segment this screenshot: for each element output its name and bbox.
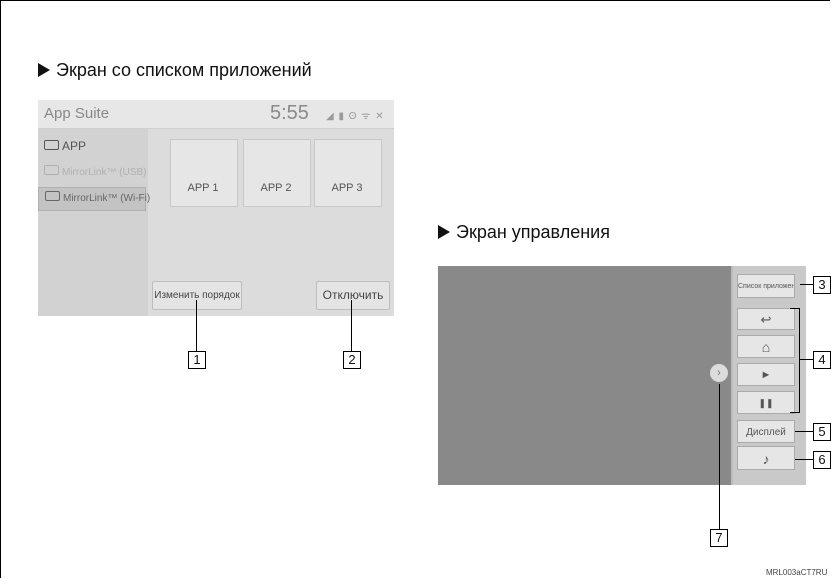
reorder-button[interactable]: Изменить порядок xyxy=(152,281,242,310)
callout-2-leader xyxy=(351,300,352,351)
back-button[interactable]: ↩ xyxy=(737,308,795,330)
expand-icon[interactable]: › xyxy=(710,364,728,382)
callout-1: 1 xyxy=(188,351,206,369)
sidebar-item-mirrorlink-usb[interactable]: MirrorLink™ (USB) xyxy=(44,165,146,178)
callout-4: 4 xyxy=(813,351,831,369)
app-tile-2[interactable] xyxy=(243,139,311,207)
app-list-screen: App Suite 5:55 ◢ ▮ ʘ ᯤ ✕ APP MirrorLink™… xyxy=(38,100,394,316)
callout-5-leader xyxy=(795,431,813,432)
app-tile-3-label: APP 3 xyxy=(331,182,363,194)
callout-1-leader xyxy=(196,300,197,351)
app-tile-2-label: APP 2 xyxy=(260,182,292,194)
play-button[interactable]: ► xyxy=(737,363,795,386)
control-panel: Список приложений ↩ ⌂ ► ❚❚ Дисплей ♪ xyxy=(731,266,806,485)
watermark: MRL003aCT7RU xyxy=(766,568,828,577)
triangle-bullet-icon xyxy=(438,225,450,239)
callout-7: 7 xyxy=(710,529,728,547)
callout-6-leader xyxy=(795,459,813,460)
callout-7-leader xyxy=(719,384,720,529)
callout-3: 3 xyxy=(813,276,831,294)
home-button[interactable]: ⌂ xyxy=(737,335,795,358)
app-tile-1-label: APP 1 xyxy=(187,182,219,194)
display-button[interactable]: Дисплей xyxy=(737,420,795,443)
callout-4-bracket-top xyxy=(790,308,800,309)
app-header: App Suite 5:55 ◢ ▮ ʘ ᯤ ✕ xyxy=(38,100,394,129)
app-list-section-title: Экран со списком приложений xyxy=(38,60,312,81)
link-icon xyxy=(45,191,60,201)
app-tile-3[interactable] xyxy=(314,139,382,207)
link-icon xyxy=(44,165,59,175)
control-section-title: Экран управления xyxy=(438,222,610,243)
sidebar-item-mirrorlink-wifi[interactable]: MirrorLink™ (Wi-Fi) xyxy=(38,187,150,211)
callout-4-bracket-bottom xyxy=(790,412,800,413)
callout-4-bracket xyxy=(799,308,800,412)
callout-3-leader xyxy=(800,284,813,285)
status-icons: ◢ ▮ ʘ ᯤ ✕ xyxy=(326,111,385,122)
clock: 5:55 xyxy=(270,102,309,124)
callout-4-leader xyxy=(799,359,813,360)
control-screen: › Список приложений ↩ ⌂ ► ❚❚ Дисплей ♪ xyxy=(438,266,806,485)
triangle-bullet-icon xyxy=(38,63,50,77)
app-tile-1[interactable] xyxy=(170,139,238,207)
sidebar-item-app[interactable]: APP xyxy=(44,139,86,153)
side-panel: APP MirrorLink™ (USB) MirrorLink™ (Wi-Fi… xyxy=(38,129,150,316)
callout-2: 2 xyxy=(343,351,361,369)
callout-6: 6 xyxy=(813,451,831,469)
callout-5: 5 xyxy=(813,423,831,441)
link-icon xyxy=(44,140,59,150)
music-button[interactable]: ♪ xyxy=(737,446,795,470)
app-title: App Suite xyxy=(44,105,110,122)
disconnect-button[interactable]: Отключить xyxy=(316,281,390,310)
pause-button[interactable]: ❚❚ xyxy=(737,391,795,414)
app-list-button[interactable]: Список приложений xyxy=(737,274,795,298)
